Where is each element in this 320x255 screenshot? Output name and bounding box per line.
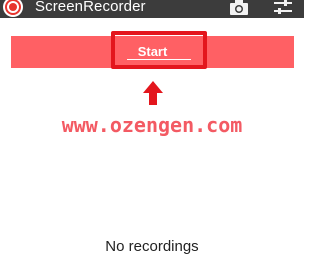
app-title: ScreenRecorder xyxy=(35,0,146,15)
record-icon xyxy=(3,0,23,17)
start-button-area: Start xyxy=(11,31,294,69)
arrow-up-icon xyxy=(143,81,163,105)
settings-button[interactable] xyxy=(271,0,295,16)
empty-state-text: No recordings xyxy=(105,238,199,255)
camera-button[interactable] xyxy=(227,0,251,16)
start-button[interactable]: Start xyxy=(11,36,294,68)
action-bar: ScreenRecorder xyxy=(0,0,304,18)
camera-icon xyxy=(230,0,248,15)
settings-sliders-icon xyxy=(274,0,292,14)
watermark: www.ozengen.com xyxy=(61,113,243,137)
